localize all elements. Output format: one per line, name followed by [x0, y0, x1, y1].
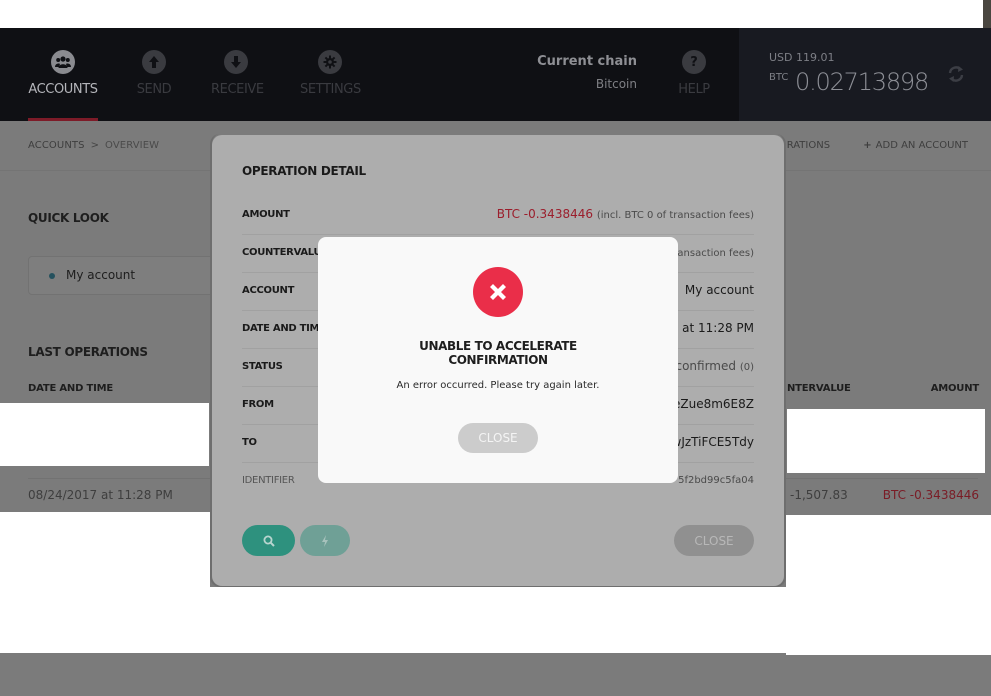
plus-icon: +	[863, 140, 872, 151]
detail-label: COUNTERVALU	[242, 247, 322, 258]
top-actions: RATIONS + ADD AN ACCOUNT	[757, 140, 968, 151]
settings-icon	[318, 50, 342, 74]
search-icon	[263, 535, 275, 547]
help-icon: ?	[682, 50, 706, 74]
quick-look-account-card[interactable]: My account	[28, 256, 228, 295]
error-title: UNABLE TO ACCELERATE CONFIRMATION	[318, 339, 678, 367]
nav-receive[interactable]: RECEIVE	[211, 28, 264, 121]
nav-settings-label: SETTINGS	[300, 82, 361, 97]
bolt-icon	[322, 534, 328, 547]
balance-usd: USD 119.01	[769, 51, 835, 64]
detail-value: wJzTiFCE5Tdy	[671, 435, 755, 449]
error-title-line2: CONFIRMATION	[448, 353, 548, 367]
nav-help[interactable]: ? HELP	[678, 28, 710, 121]
amount-value: BTC -0.3438446	[496, 207, 593, 221]
close-detail-button[interactable]: CLOSE	[674, 525, 754, 556]
operations-link[interactable]: RATIONS	[787, 140, 830, 151]
detail-value: at 11:28 PM	[682, 321, 754, 335]
error-message: An error occurred. Please try again late…	[396, 380, 600, 391]
render-artifact	[786, 515, 991, 655]
current-chain[interactable]: Current chain Bitcoin	[537, 54, 637, 91]
breadcrumb-overview: OVERVIEW	[105, 140, 160, 151]
countervalue-note: ansaction fees)	[677, 248, 754, 259]
add-account-label: ADD AN ACCOUNT	[875, 140, 968, 151]
detail-row-amount: AMOUNT BTC -0.3438446 (incl. BTC 0 of tr…	[242, 197, 754, 235]
refresh-icon[interactable]	[946, 64, 966, 84]
detail-label: STATUS	[242, 361, 283, 372]
receive-icon	[224, 50, 248, 74]
row-amount: BTC -0.3438446	[882, 488, 979, 502]
detail-value: 5f2bd99c5fa04	[678, 475, 754, 486]
accelerate-button[interactable]	[300, 525, 350, 556]
operation-detail-title: OPERATION DETAIL	[242, 164, 366, 178]
balance-panel: USD 119.01 BTC 0.02713898	[739, 28, 991, 121]
accounts-icon	[51, 50, 75, 74]
view-in-explorer-button[interactable]	[242, 525, 295, 556]
column-countervalue: NTERVALUE	[787, 383, 851, 394]
nav-send[interactable]: SEND	[136, 28, 172, 121]
detail-value: eZue8m6E8Z	[673, 397, 754, 411]
account-color-dot	[49, 273, 55, 279]
nav-settings[interactable]: SETTINGS	[300, 28, 361, 121]
header: ACCOUNTS SEND RECEIVE SETTINGS Current c…	[0, 28, 991, 121]
breadcrumb-accounts[interactable]: ACCOUNTS	[28, 140, 85, 151]
detail-label: TO	[242, 437, 257, 448]
detail-label: DATE AND TIMI	[242, 323, 323, 334]
balance-btc-value: 0.02713898	[795, 68, 929, 96]
top-strip-edge	[983, 0, 991, 28]
top-strip	[0, 0, 983, 28]
column-amount: AMOUNT	[930, 383, 980, 394]
render-artifact	[787, 409, 985, 473]
row-date: 08/24/2017 at 11:28 PM	[28, 488, 173, 502]
balance-btc-unit: BTC	[769, 72, 789, 83]
quick-look-account-name: My account	[66, 268, 136, 282]
detail-value: ansaction fees)	[677, 245, 754, 259]
detail-value: BTC -0.3438446 (incl. BTC 0 of transacti…	[497, 207, 754, 221]
nav-help-label: HELP	[678, 82, 710, 97]
current-chain-title: Current chain	[537, 54, 637, 69]
breadcrumb: ACCOUNTS > OVERVIEW	[28, 140, 159, 151]
detail-value: confirmed (0)	[675, 359, 754, 373]
column-date: DATE AND TIME	[28, 383, 114, 394]
amount-note: (incl. BTC 0 of transaction fees)	[596, 210, 754, 221]
status-value: confirmed	[675, 359, 736, 373]
row-countervalue: -1,507.83	[790, 488, 848, 502]
detail-label: IDENTIFIER	[242, 475, 295, 486]
breadcrumb-separator: >	[90, 140, 100, 151]
render-artifact	[0, 512, 210, 653]
error-dialog: UNABLE TO ACCELERATE CONFIRMATION An err…	[318, 237, 678, 483]
current-chain-value: Bitcoin	[595, 77, 637, 91]
error-title-line1: UNABLE TO ACCELERATE	[419, 339, 577, 353]
error-x-icon	[473, 267, 523, 317]
confirmations-count: (0)	[739, 362, 754, 373]
nav-accounts[interactable]: ACCOUNTS	[28, 28, 98, 121]
detail-value: My account	[684, 283, 754, 297]
detail-label: FROM	[242, 399, 274, 410]
quick-look-title: QUICK LOOK	[28, 211, 109, 225]
nav-send-label: SEND	[136, 82, 172, 97]
detail-label: AMOUNT	[242, 209, 290, 220]
last-operations-title: LAST OPERATIONS	[28, 345, 148, 359]
nav-accounts-label: ACCOUNTS	[28, 82, 98, 97]
render-artifact	[0, 403, 209, 466]
send-icon	[142, 50, 166, 74]
app-root: ACCOUNTS SEND RECEIVE SETTINGS Current c…	[0, 0, 991, 696]
render-artifact	[210, 587, 786, 653]
add-account-button[interactable]: + ADD AN ACCOUNT	[863, 140, 968, 151]
error-close-button[interactable]: CLOSE	[458, 423, 538, 453]
nav-receive-label: RECEIVE	[211, 82, 264, 97]
detail-label: ACCOUNT	[242, 285, 295, 296]
